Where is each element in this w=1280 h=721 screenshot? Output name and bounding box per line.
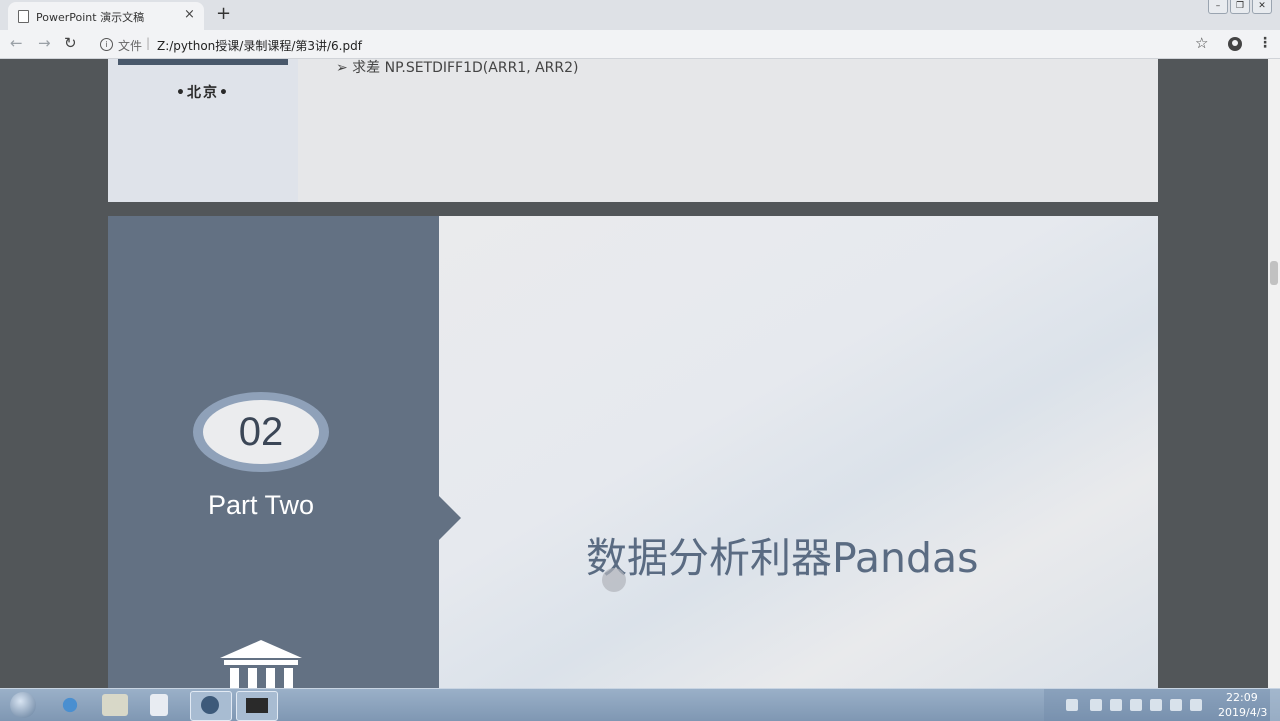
tray-app-icon[interactable] (1130, 699, 1142, 711)
page1-bullet-line: ➢ 求差 NP.SETDIFF1D(ARR1, ARR2) (336, 60, 579, 76)
restore-button[interactable]: ❐ (1230, 0, 1250, 14)
back-button[interactable]: ← (10, 34, 23, 52)
page1-sidebar: •北京• (108, 59, 298, 202)
volume-icon[interactable] (1190, 699, 1202, 711)
tab-close-button[interactable]: × (184, 7, 195, 22)
page1-city-label: •北京• (176, 85, 230, 101)
pdf-page-2: 02 Part Two 数据分析利器Pandas (108, 216, 1158, 688)
bookmark-star-icon[interactable]: ☆ (1195, 34, 1208, 52)
chrome-taskbar-button[interactable] (190, 691, 232, 721)
menu-dots-icon[interactable]: ⋮ (1258, 35, 1272, 51)
document-icon (18, 10, 29, 23)
file-explorer-icon[interactable] (102, 694, 128, 716)
address-separator: | (146, 36, 151, 50)
document-app-icon[interactable] (150, 694, 168, 716)
forward-button[interactable]: → (38, 34, 51, 52)
part-label: Part Two (207, 490, 315, 520)
start-button[interactable] (10, 692, 36, 718)
page2-sidebar: 02 Part Two (108, 216, 439, 688)
window-controls: – ❐ ✕ (1208, 0, 1272, 14)
reload-button[interactable]: ↻ (64, 34, 77, 52)
internet-explorer-icon[interactable] (55, 692, 85, 718)
tab-strip: PowerPoint 演示文稿 × + – ❐ ✕ (0, 0, 1280, 30)
terminal-taskbar-button[interactable] (236, 691, 278, 721)
sidebar-arrow (439, 496, 461, 540)
tab-title: PowerPoint 演示文稿 (36, 11, 145, 24)
close-window-button[interactable]: ✕ (1252, 0, 1272, 14)
pdf-viewer[interactable]: •北京• ➢ 求差 NP.SETDIFF1D(ARR1, ARR2) 02 Pa… (0, 59, 1268, 688)
pdf-page-1: •北京• ➢ 求差 NP.SETDIFF1D(ARR1, ARR2) (108, 59, 1158, 202)
network-icon[interactable] (1170, 699, 1182, 711)
scrollbar-thumb[interactable] (1270, 261, 1278, 285)
new-tab-button[interactable]: + (216, 3, 231, 24)
minimize-button[interactable]: – (1208, 0, 1228, 14)
page1-cutoff-heading (118, 59, 288, 65)
taskbar: 22:09 2019/4/3 (0, 688, 1280, 721)
page2-background (439, 216, 1158, 688)
bluetooth-icon[interactable] (1150, 699, 1162, 711)
clock-date[interactable]: 2019/4/3 (1218, 706, 1267, 719)
show-desktop-button[interactable] (1270, 689, 1280, 721)
mouse-cursor-highlight (602, 568, 626, 592)
tab-pdf[interactable]: PowerPoint 演示文稿 × (8, 2, 204, 30)
tray-app-icon[interactable] (1110, 699, 1122, 711)
browser-toolbar: ← → ↻ i 文件 | Z:/python授课/录制课程/第3讲/6.pdf … (0, 30, 1280, 59)
section-number: 02 (203, 400, 319, 464)
tray-app-icon[interactable] (1090, 699, 1102, 711)
info-icon[interactable]: i (100, 38, 113, 51)
address-label: 文件 (118, 39, 143, 53)
vertical-scrollbar[interactable] (1268, 59, 1280, 688)
account-icon[interactable] (1228, 37, 1242, 51)
address-bar[interactable]: Z:/python授课/录制课程/第3讲/6.pdf (157, 37, 362, 54)
slide-title: 数据分析利器Pandas (586, 534, 979, 582)
building-icon (220, 640, 302, 688)
tray-app-icon[interactable] (1066, 699, 1078, 711)
clock-time[interactable]: 22:09 (1226, 691, 1258, 704)
